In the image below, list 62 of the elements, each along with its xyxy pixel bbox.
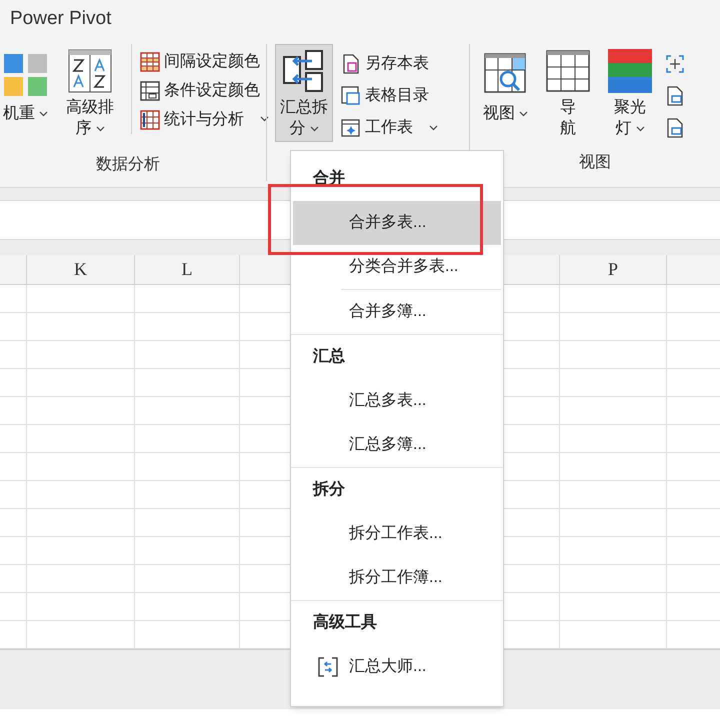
- document-mail-icon: [665, 118, 685, 138]
- ribbon-large-button[interactable]: 聚光 灯: [603, 44, 657, 142]
- sheet-sparkle-icon: [341, 118, 361, 138]
- column-header[interactable]: P: [608, 256, 618, 283]
- chevron-down-icon: [310, 126, 318, 132]
- button-label: 序: [76, 118, 104, 139]
- chevron-down-icon: [96, 126, 104, 132]
- ribbon-small-button[interactable]: 条件设定颜色: [140, 76, 269, 106]
- menu-item[interactable]: 拆分工作簿...: [293, 556, 501, 600]
- button-label: 航: [560, 118, 576, 139]
- table-search-icon: [484, 52, 528, 96]
- menu-section-title: 汇总: [313, 346, 345, 367]
- group-label: 数据分析: [96, 154, 160, 174]
- column-header[interactable]: L: [182, 256, 192, 283]
- chevron-down-icon: [429, 124, 438, 131]
- button-label: 视图: [483, 103, 528, 124]
- chevron-down-icon: [39, 110, 48, 117]
- menu-item[interactable]: 合并多表...: [293, 201, 501, 245]
- ribbon-large-button[interactable]: 汇总拆 分: [275, 44, 333, 142]
- menu-item[interactable]: 汇总多表...: [293, 379, 501, 423]
- menu-item[interactable]: 分类合并多表...: [293, 245, 501, 289]
- merge-arrows-icon: [282, 49, 326, 93]
- ribbon-large-button[interactable]: 高级排 序: [61, 44, 119, 142]
- expand-icon: [665, 54, 685, 74]
- striped-table-icon: [140, 52, 160, 72]
- merge-arrows-icon: [317, 657, 339, 677]
- button-label: 聚光: [614, 98, 646, 118]
- menu-item[interactable]: 汇总多簿...: [293, 423, 501, 467]
- menu-item[interactable]: 合并多簿...: [293, 290, 501, 334]
- column-header[interactable]: K: [74, 256, 87, 283]
- chevron-down-icon: [260, 116, 269, 122]
- table-list-icon: [341, 86, 361, 106]
- chevron-down-icon: [519, 110, 528, 117]
- button-label: 灯: [616, 118, 644, 139]
- grid-icon: [140, 110, 160, 130]
- document-mail-icon: [665, 86, 685, 106]
- menu-section-title: 拆分: [313, 480, 345, 500]
- tab-title[interactable]: Power Pivot: [10, 4, 112, 34]
- group-label: 视图: [579, 152, 611, 172]
- ribbon-small-button[interactable]: 统计与分析: [140, 105, 269, 134]
- button-label: 分: [290, 118, 318, 139]
- button-label: 导: [560, 98, 576, 118]
- chevron-down-icon: [636, 126, 644, 132]
- menu-section-title: 高级工具: [313, 612, 377, 633]
- button-label: 汇总拆: [280, 98, 328, 118]
- ribbon-small-button[interactable]: 另存本表: [341, 48, 438, 80]
- tiles-icon: [4, 52, 48, 96]
- menu-item[interactable]: 汇总大师...: [293, 645, 501, 689]
- ribbon-large-button[interactable]: 视图: [478, 44, 533, 142]
- ribbon-small-button[interactable]: 工作表: [341, 112, 438, 144]
- button-label: 机重: [3, 103, 48, 124]
- ribbon-small-button[interactable]: 间隔设定颜色: [140, 48, 269, 77]
- menu-item[interactable]: 拆分工作表...: [293, 512, 501, 556]
- ribbon-large-button[interactable]: 机重: [0, 44, 53, 142]
- table-icon: [140, 81, 160, 101]
- color-bands-icon: [608, 49, 652, 93]
- document-save-icon: [341, 54, 361, 74]
- button-label: 高级排: [66, 98, 114, 118]
- table-grid-icon: [546, 49, 590, 93]
- sort-icon: [68, 49, 112, 93]
- ribbon-large-button[interactable]: 导 航: [541, 44, 595, 142]
- ribbon-small-button[interactable]: 表格目录: [341, 80, 438, 112]
